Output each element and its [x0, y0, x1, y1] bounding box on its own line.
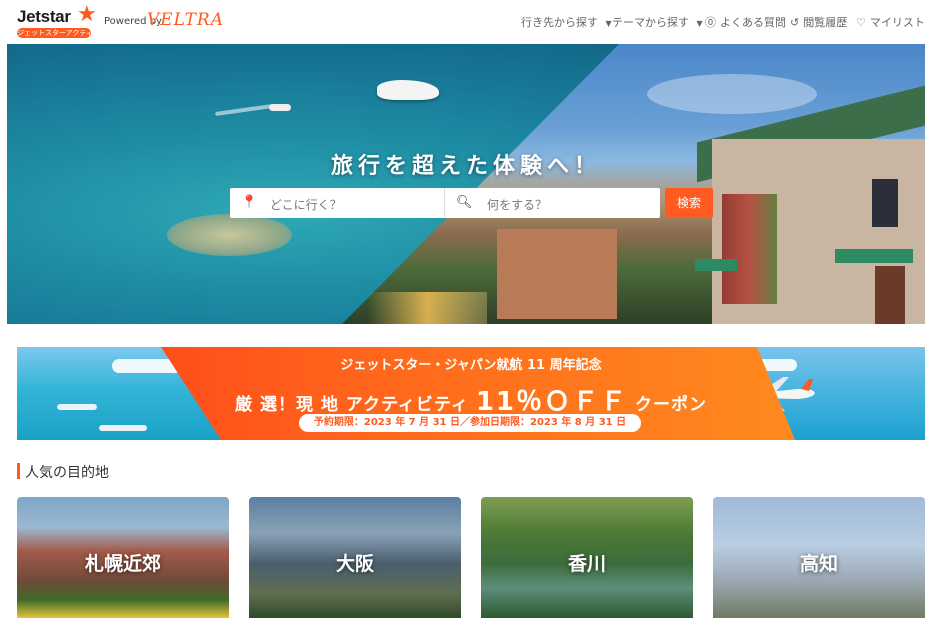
search-bar: 📍 どこに行く？ 🔍︎ 何をする？: [230, 188, 660, 218]
nav-label: マイリスト: [869, 16, 925, 29]
hero-jetski: [269, 104, 291, 111]
destination-card-kochi[interactable]: 高知: [713, 497, 925, 618]
chevron-down-icon: ▼: [696, 19, 703, 28]
nav-label: よくある質問: [720, 16, 786, 29]
chevron-down-icon: ▼: [605, 19, 612, 28]
promo-headline-prefix: 厳 選！現 地 アクティビティ: [235, 395, 469, 415]
destination-placeholder: どこに行く？: [270, 198, 342, 212]
destination-card-sapporo[interactable]: 札幌近郊: [17, 497, 229, 618]
hero-reef: [167, 214, 292, 256]
hero-cloud: [647, 74, 817, 114]
nav-mylist[interactable]: ♡ マイリスト: [856, 14, 925, 30]
help-circle-icon: ⓪: [705, 16, 716, 29]
map-pin-icon: 📍: [241, 195, 258, 210]
logo-subtitle: ジェットスターアクティビティ: [17, 28, 91, 38]
activity-input[interactable]: 🔍︎ 何をする？: [445, 188, 660, 218]
nav-faq[interactable]: ⓪ よくある質問: [705, 14, 786, 30]
nav-history[interactable]: ↺ 閲覧履歴: [790, 14, 847, 30]
nav-by-theme[interactable]: テーマから探す ▼: [612, 14, 703, 30]
hero-awning: [695, 259, 737, 271]
destination-label: 札幌近郊: [84, 553, 161, 575]
nav-label: 行き先から探す: [521, 16, 598, 29]
hero-brick-building: [497, 229, 617, 319]
destination-label: 大阪: [335, 553, 374, 575]
site-header: Jetstar ★ ジェットスターアクティビティ Powered by VELT…: [0, 0, 925, 44]
heart-icon: ♡: [856, 16, 866, 29]
hero-banner: 旅行を超えた体験へ！ 📍 どこに行く？ 🔍︎ 何をする？ 検索: [7, 44, 925, 324]
logo-wordmark: Jetstar: [17, 7, 71, 26]
promo-banner[interactable]: ジェットスター・ジャパン就航 11 周年記念 厳 選！現 地 アクティビティ 1…: [17, 347, 925, 440]
nav-label: 閲覧履歴: [803, 16, 848, 29]
star-icon: ★: [77, 2, 97, 27]
promo-headline-suffix: クーポン: [634, 395, 707, 415]
section-title: 人気の目的地: [25, 465, 109, 481]
section-accent-bar: [17, 463, 20, 479]
nav-by-destination[interactable]: 行き先から探す ▼: [521, 14, 612, 30]
veltra-logo: VELTRA: [147, 10, 225, 30]
promo-headline: 厳 選！現 地 アクティビティ 11％ＯＦＦ クーポン: [17, 381, 925, 418]
jetstar-logo[interactable]: Jetstar ★ ジェットスターアクティビティ: [17, 2, 97, 41]
destination-card-kagawa[interactable]: 香川: [481, 497, 693, 618]
hero-door: [875, 266, 905, 324]
nav-label: テーマから探す: [612, 16, 689, 29]
search-icon: 🔍︎: [456, 195, 473, 210]
activity-placeholder: 何をする？: [487, 198, 548, 212]
promo-paddleboard: [99, 425, 147, 431]
history-icon: ↺: [790, 16, 800, 29]
destination-card-osaka[interactable]: 大阪: [249, 497, 461, 618]
search-button[interactable]: 検索: [665, 188, 713, 218]
promo-discount: 11％ＯＦＦ: [475, 387, 629, 417]
hero-awning: [835, 249, 913, 263]
hero-ivy: [722, 194, 777, 304]
hero-window: [872, 179, 898, 227]
hero-title: 旅行を超えた体験へ！: [330, 154, 601, 179]
promo-period: 予約期限：2023 年 7 月 31 日／参加日期限：2023 年 8 月 31…: [299, 414, 641, 432]
destination-label: 香川: [567, 553, 606, 575]
hero-night-lights: [367, 292, 487, 324]
destination-input[interactable]: 📍 どこに行く？: [230, 188, 444, 218]
promo-anniversary-text: ジェットスター・ジャパン就航 11 周年記念: [340, 358, 602, 373]
destination-label: 高知: [799, 553, 838, 575]
